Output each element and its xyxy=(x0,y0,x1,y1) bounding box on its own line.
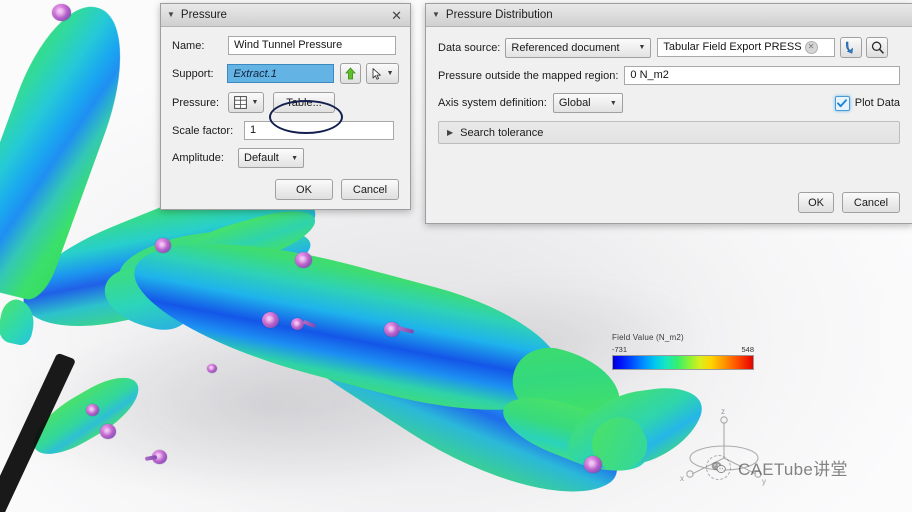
distribution-dialog-footer: OK Cancel xyxy=(426,192,912,223)
support-row: Support: Extract.1 ▼ xyxy=(172,63,399,84)
legend-max-value: 548 xyxy=(741,345,754,354)
check-icon[interactable] xyxy=(834,95,850,111)
data-source-document-value: Tabular Field Export PRESS xyxy=(663,41,802,53)
distribution-dialog-spacer xyxy=(438,144,900,186)
axis-system-select[interactable]: Global ▼ xyxy=(552,93,623,113)
watermark-text: CAETube讲堂 xyxy=(738,460,848,479)
name-label: Name: xyxy=(172,39,205,52)
scale-factor-row: Scale factor: xyxy=(172,121,399,140)
pressure-type-button[interactable]: ▼ xyxy=(228,92,264,113)
field-value-legend: Field Value (N_m2) -731 548 xyxy=(612,333,760,370)
svg-text:x: x xyxy=(680,474,684,483)
axis-system-label: Axis system definition: xyxy=(438,97,547,109)
magnifier-icon[interactable] xyxy=(866,37,889,58)
chevron-down-icon[interactable]: ▼ xyxy=(252,99,259,106)
chevron-down-icon[interactable]: ▼ xyxy=(167,11,175,19)
blue-down-arrow-icon[interactable] xyxy=(840,37,863,58)
support-label: Support: xyxy=(172,67,214,80)
pressure-dialog-body: Name: Support: Extract.1 ▼ xyxy=(161,27,410,179)
scale-factor-label: Scale factor: xyxy=(172,124,234,137)
plot-data-checkbox[interactable]: Plot Data xyxy=(834,95,900,111)
search-tolerance-section[interactable]: ▶ Search tolerance xyxy=(438,121,900,144)
pressure-label: Pressure: xyxy=(172,96,220,109)
load-marker xyxy=(584,456,602,473)
distribution-ok-button[interactable]: OK xyxy=(798,192,834,213)
pressure-outside-label: Pressure outside the mapped region: xyxy=(438,69,619,82)
amplitude-label: Amplitude: xyxy=(172,152,224,164)
pressure-dialog-footer: OK Cancel xyxy=(161,179,410,209)
search-tolerance-label: Search tolerance xyxy=(460,126,544,139)
data-source-value: Referenced document xyxy=(511,41,620,54)
amplitude-row: Amplitude: Default ▼ xyxy=(172,148,399,168)
svg-text:z: z xyxy=(721,407,725,416)
name-input[interactable] xyxy=(228,36,396,55)
data-source-row: Data source: Referenced document ▼ Tabul… xyxy=(438,37,900,58)
table-grid-icon xyxy=(233,96,247,109)
clear-circle-icon[interactable]: ✕ xyxy=(804,41,818,54)
legend-title: Field Value (N_m2) xyxy=(612,333,684,342)
pressure-dialog-title: Pressure xyxy=(180,9,227,21)
wechat-icon xyxy=(706,455,731,480)
axis-system-row: Axis system definition: Global ▼ Plot Da… xyxy=(438,93,900,113)
chevron-down-icon[interactable]: ▼ xyxy=(387,70,394,77)
distribution-cancel-button[interactable]: Cancel xyxy=(842,192,900,213)
amplitude-value: Default xyxy=(244,152,279,164)
support-input[interactable]: Extract.1 xyxy=(227,64,335,83)
pressure-dialog[interactable]: ▼ Pressure ✕ Name: Support: Extract.1 xyxy=(160,3,411,210)
load-marker xyxy=(207,364,217,373)
legend-range: -731 548 xyxy=(612,345,760,355)
pressure-outside-input[interactable] xyxy=(624,66,900,85)
select-support-button[interactable]: ▼ xyxy=(366,63,399,84)
data-source-document-input[interactable]: Tabular Field Export PRESS ✕ xyxy=(657,38,836,57)
legend-colorbar xyxy=(612,355,754,370)
pressure-dialog-titlebar[interactable]: ▼ Pressure ✕ xyxy=(161,4,410,27)
distribution-dialog-body: Data source: Referenced document ▼ Tabul… xyxy=(426,27,912,192)
plot-data-label: Plot Data xyxy=(854,97,900,109)
chevron-down-icon[interactable]: ▼ xyxy=(432,11,440,19)
load-marker xyxy=(291,318,304,330)
data-source-label: Data source: xyxy=(438,41,501,54)
chevron-down-icon[interactable]: ▼ xyxy=(627,44,645,51)
load-marker xyxy=(295,252,312,268)
name-row: Name: xyxy=(172,36,399,55)
pressure-ok-button[interactable]: OK xyxy=(275,179,333,200)
table-button[interactable]: Table... xyxy=(273,92,335,113)
distribution-dialog-titlebar[interactable]: ▼ Pressure Distribution xyxy=(426,4,912,27)
data-source-select[interactable]: Referenced document ▼ xyxy=(505,37,652,58)
pressure-row: Pressure: ▼ Table... xyxy=(172,92,399,113)
cursor-arrow-icon xyxy=(372,67,381,80)
pressure-cancel-button[interactable]: Cancel xyxy=(341,179,399,200)
amplitude-select[interactable]: Default ▼ xyxy=(238,148,304,168)
load-marker xyxy=(155,238,171,253)
legend-min-value: -731 xyxy=(612,345,628,354)
pressure-outside-row: Pressure outside the mapped region: xyxy=(438,66,900,85)
green-up-arrow-icon[interactable] xyxy=(340,63,362,84)
chevron-down-icon[interactable]: ▼ xyxy=(598,100,617,107)
pressure-distribution-dialog[interactable]: ▼ Pressure Distribution Data source: Ref… xyxy=(425,3,912,224)
chevron-right-icon[interactable]: ▶ xyxy=(447,128,453,137)
scale-factor-input[interactable] xyxy=(244,121,394,140)
load-marker xyxy=(52,4,71,21)
chevron-down-icon[interactable]: ▼ xyxy=(286,155,298,162)
axis-system-value: Global xyxy=(558,97,591,109)
watermark: CAETube讲堂 xyxy=(706,455,848,480)
load-marker xyxy=(86,404,99,416)
distribution-dialog-title: Pressure Distribution xyxy=(445,9,553,21)
close-icon[interactable]: ✕ xyxy=(389,9,404,22)
load-marker xyxy=(262,312,279,328)
load-marker xyxy=(100,424,116,439)
